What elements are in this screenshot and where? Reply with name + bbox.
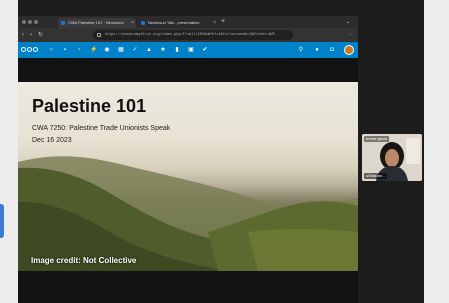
browser-tab-bar: CWA Palestine 101 · Nextcloud × Nextclou…	[18, 16, 358, 28]
url-text: https://stocm.mayfirst.org/index.php/f/c…	[105, 33, 282, 37]
presentation-slide: Palestine 101 CWA 7250: Palestine Trade …	[18, 82, 358, 271]
reload-button[interactable]: ↻	[38, 28, 43, 42]
files-icon[interactable]: ▪	[62, 47, 68, 53]
favorites-icon[interactable]: ★	[160, 47, 166, 53]
photos-icon[interactable]: ▫	[76, 47, 82, 53]
participant-video-panel: femme garcia all that am...	[358, 58, 424, 303]
image-credit: Image credit: Not Collective	[31, 256, 137, 265]
deck-icon[interactable]: ▲	[146, 47, 152, 53]
user-avatar[interactable]	[344, 45, 354, 55]
search-icon[interactable]: ⚲	[298, 47, 304, 53]
new-tab-button[interactable]: +	[221, 16, 225, 28]
window-close-dot[interactable]	[22, 20, 26, 24]
contacts-icon[interactable]: ✓	[132, 47, 138, 53]
slide-subtitle: CWA 7250: Palestine Trade Unionists Spea…	[32, 125, 171, 132]
calendar-icon[interactable]: ▦	[118, 47, 124, 53]
forward-button[interactable]: ›	[30, 28, 32, 42]
tab-favicon-icon	[61, 21, 65, 25]
browser-address-bar: ‹ › ↻ https://stocm.mayfirst.org/index.p…	[18, 28, 358, 42]
notifications-icon[interactable]: ●	[314, 47, 320, 53]
tasks-icon[interactable]: ▣	[188, 47, 194, 53]
activity-icon[interactable]: ⚡	[90, 47, 97, 53]
window-minimize-dot[interactable]	[28, 20, 32, 24]
tab-search-icon[interactable]: ⌄	[346, 16, 350, 28]
talk-icon[interactable]: ◉	[104, 47, 110, 53]
slide-date: Dec 16 2023	[32, 137, 72, 144]
browser-tab-active[interactable]: CWA Palestine 101 · Nextcloud ×	[58, 18, 136, 28]
participant-name: femme garcia	[364, 136, 390, 142]
tab-close-icon[interactable]: ×	[131, 18, 134, 28]
browser-tab[interactable]: Nextcloud Talk - presentation ×	[138, 18, 218, 28]
participant-caption: all that am...	[364, 173, 388, 179]
notes-icon[interactable]: ▮	[174, 47, 180, 53]
nextcloud-header: ○ ▪ ▫ ⚡ ◉ ▦ ✓ ▲ ★ ▮ ▣ ✔ ⚲ ● ◘	[18, 42, 358, 58]
dashboard-icon[interactable]: ○	[48, 47, 54, 53]
background-window-accent	[0, 204, 4, 238]
back-button[interactable]: ‹	[22, 28, 24, 42]
shared-screen: Palestine 101 CWA 7250: Palestine Trade …	[18, 58, 358, 303]
nextcloud-logo-icon[interactable]	[21, 45, 38, 55]
background-window-right	[424, 0, 449, 303]
contacts-menu-icon[interactable]: ◘	[329, 47, 335, 53]
tab-label: Nextcloud Talk - presentation	[148, 20, 200, 25]
window-maximize-dot[interactable]	[34, 20, 38, 24]
extensions-icon[interactable]: ⋯	[349, 28, 354, 42]
checklist-icon[interactable]: ✔	[202, 47, 208, 53]
tab-label: CWA Palestine 101 · Nextcloud	[68, 20, 124, 25]
participant-video-tile[interactable]: femme garcia all that am...	[362, 134, 422, 181]
tab-close-icon[interactable]: ×	[213, 18, 216, 28]
slide-title: Palestine 101	[32, 96, 147, 116]
tab-favicon-icon	[141, 21, 145, 25]
background-window-left	[0, 0, 18, 303]
url-input[interactable]: https://stocm.mayfirst.org/index.php/f/c…	[93, 30, 293, 40]
lock-icon	[97, 33, 101, 37]
